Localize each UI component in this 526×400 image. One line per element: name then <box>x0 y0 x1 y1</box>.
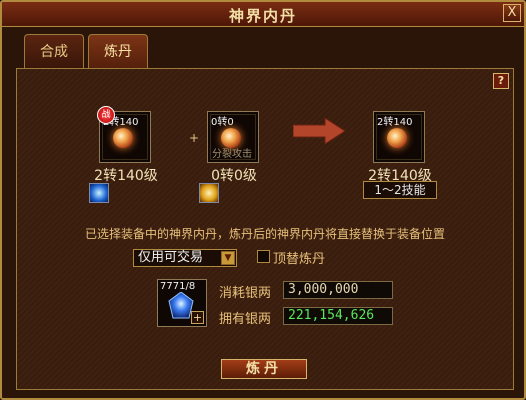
cost-value: 3,000,000 <box>283 281 393 299</box>
own-money-label: 拥有银两 <box>219 312 272 327</box>
info-text: 已选择装备中的神界内丹，炼丹后的神界内丹将直接替换于装备位置 <box>84 227 445 241</box>
material-core-slot[interactable]: 0转0 分裂攻击 <box>207 111 259 163</box>
tab-synthesis[interactable]: 合成 <box>24 34 84 68</box>
material-count: 7771/8 <box>160 281 196 292</box>
window-title: 神界内丹 <box>228 7 297 25</box>
source-core-slot[interactable]: 2转140 战 <box>97 106 151 163</box>
material-core-caption: 0转0级 <box>211 168 257 184</box>
replace-refine-label: 顶替炼丹 <box>273 252 326 267</box>
core-orb-icon <box>387 128 407 148</box>
add-icon[interactable]: + <box>191 311 204 324</box>
own-money-value: 221,154,626 <box>283 307 393 325</box>
help-button[interactable]: ? <box>493 73 509 89</box>
slot-level-text: 0转0 <box>211 117 234 128</box>
war-badge: 战 <box>97 106 115 124</box>
dropdown-arrow-icon[interactable]: ▼ <box>221 251 235 265</box>
skill-range-label: 1～2技能 <box>363 181 437 199</box>
refine-panel: ? 2转140 战 2转140级 + 0转0 分裂攻击 0转0级 2转140 2… <box>16 68 514 390</box>
trade-filter-select[interactable]: 仅用可交易 ▼ <box>133 249 237 267</box>
arrow-right-icon <box>293 118 345 144</box>
result-core-slot[interactable]: 2转140 <box>373 111 425 163</box>
ice-skill-icon[interactable] <box>89 183 109 203</box>
close-button[interactable]: X <box>503 4 521 22</box>
source-core-caption: 2转140级 <box>94 168 158 184</box>
core-orb-icon <box>113 128 133 148</box>
plus-sign: + <box>189 131 200 145</box>
refine-window: 神界内丹 X 合成 炼丹 ? 2转140 战 2转140级 + 0转0 分裂攻击… <box>0 0 526 400</box>
refine-button[interactable]: 炼丹 <box>221 359 307 379</box>
tab-refine[interactable]: 炼丹 <box>88 34 148 68</box>
slot-level-text: 2转140 <box>377 117 413 128</box>
replace-refine-checkbox[interactable] <box>257 250 270 263</box>
cost-label: 消耗银两 <box>219 286 272 301</box>
trade-filter-value: 仅用可交易 <box>138 250 204 265</box>
lightning-skill-icon[interactable] <box>199 183 219 203</box>
material-item-slot[interactable]: 7771/8 + <box>157 279 207 327</box>
title-bar[interactable]: 神界内丹 X <box>2 2 524 27</box>
skill-watermark: 分裂攻击 <box>212 149 252 160</box>
